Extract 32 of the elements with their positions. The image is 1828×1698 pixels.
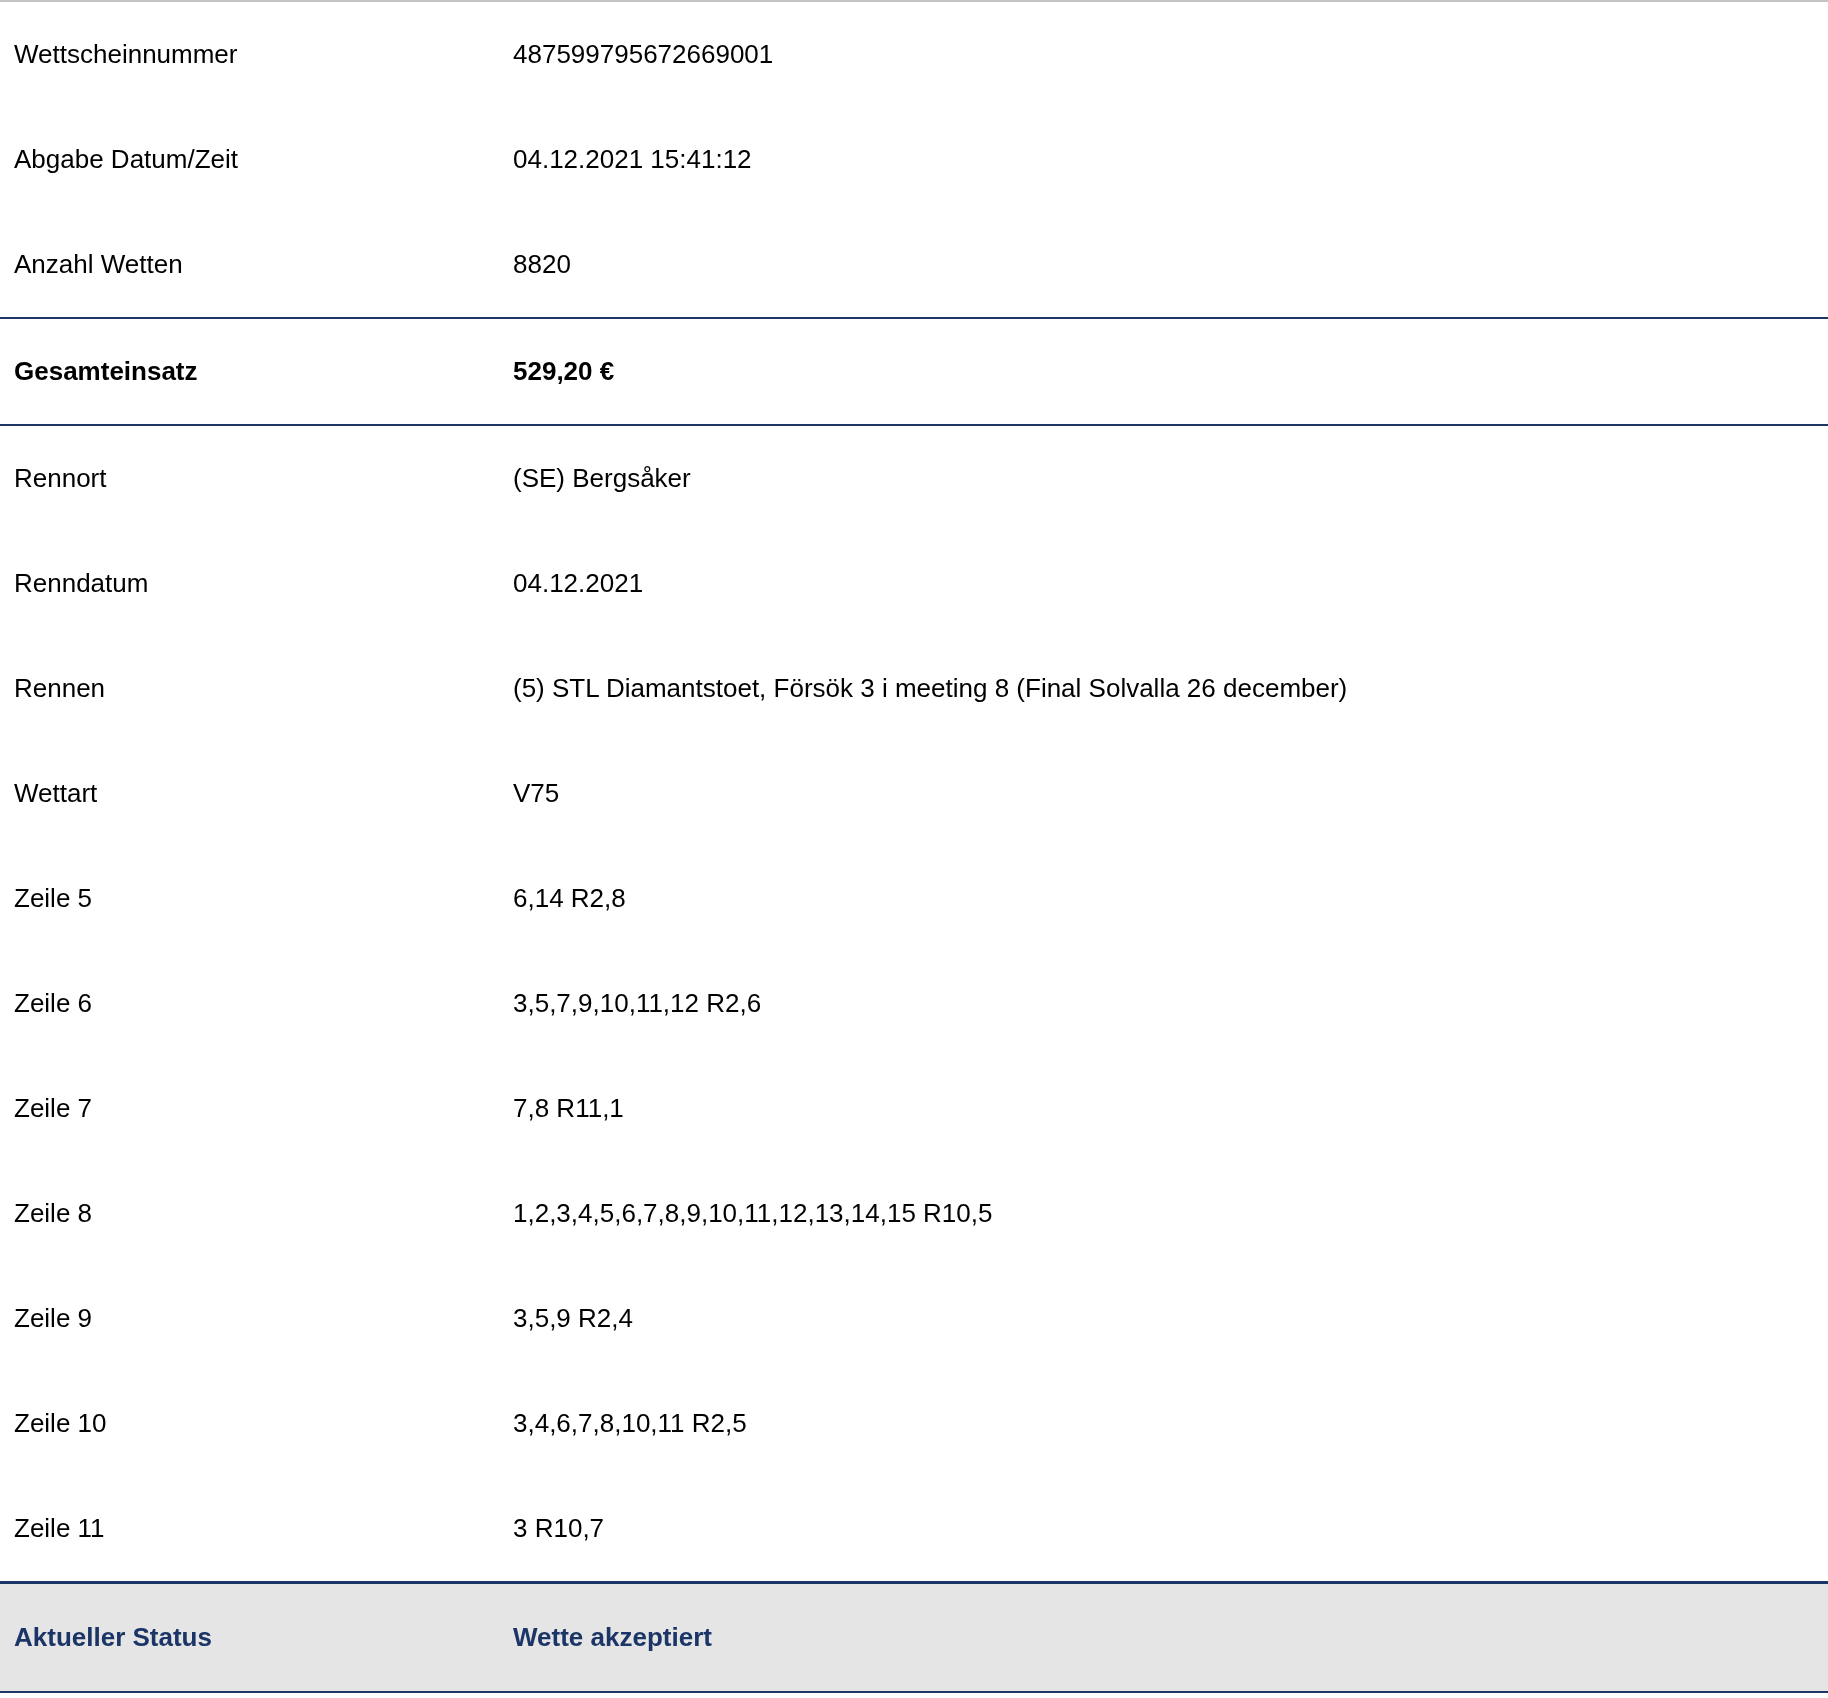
row-value: 487599795672669001: [513, 39, 774, 70]
row-label: Rennort: [14, 463, 107, 494]
row-value: 04.12.2021: [513, 568, 644, 599]
row-label: Zeile 10: [14, 1408, 107, 1439]
row-value: (SE) Bergsåker: [513, 463, 691, 494]
row-value: (5) STL Diamantstoet, Försök 3 i meeting 8 (Final Solvalla 26 december): [513, 673, 1348, 704]
row-label: Zeile 8: [14, 1198, 93, 1229]
row-value: 1,2,3,4,5,6,7,8,9,10,11,12,13,14,15 R10,5: [513, 1198, 993, 1229]
row-value: 529,20 €: [513, 356, 615, 387]
row-label: Zeile 7: [14, 1093, 93, 1124]
row-value: 3,4,6,7,8,10,11 R2,5: [513, 1408, 747, 1439]
row-label: Wettart: [14, 778, 98, 809]
row-value: 3,5,9 R2,4: [513, 1303, 633, 1334]
row-label: Aktueller Status: [14, 1622, 212, 1653]
row-label: Gesamteinsatz: [14, 356, 198, 387]
row-label: Zeile 5: [14, 883, 93, 914]
row-label: Rennen: [14, 673, 106, 704]
row-value: 6,14 R2,8: [513, 883, 626, 914]
row-value: 3,5,7,9,10,11,12 R2,6: [513, 988, 762, 1019]
row-label: Zeile 11: [14, 1513, 105, 1544]
row-label: Abgabe Datum/Zeit: [14, 144, 238, 175]
row-value: 3 R10,7: [513, 1513, 605, 1544]
row-label: Anzahl Wetten: [14, 249, 183, 280]
row-label: Zeile 6: [14, 988, 93, 1019]
row-value: 04.12.2021 15:41:12: [513, 144, 752, 175]
row-label: Zeile 9: [14, 1303, 93, 1334]
row-value: V75: [513, 778, 560, 809]
row-label: Renndatum: [14, 568, 149, 599]
row-value: 7,8 R11,1: [513, 1093, 624, 1124]
row-label: Wettscheinnummer: [14, 39, 238, 70]
row-value: 8820: [513, 249, 571, 280]
row-value: Wette akzeptiert: [513, 1622, 712, 1653]
